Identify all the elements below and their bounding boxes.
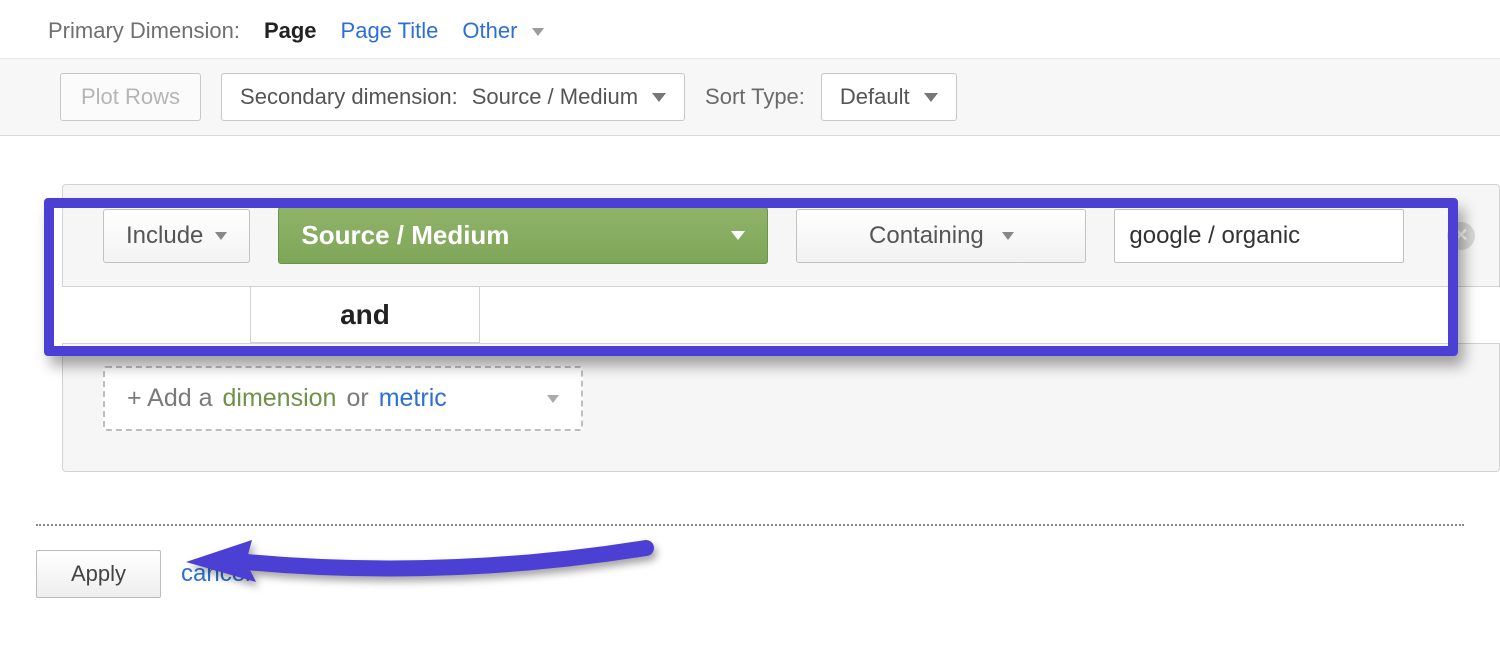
chevron-down-icon <box>215 232 227 240</box>
add-dimension-metric-button[interactable]: + Add a dimension or metric <box>103 366 583 431</box>
primary-dimension-row: Primary Dimension: Page Page Title Other <box>0 0 1500 59</box>
filter-joiner-tab[interactable]: and <box>250 287 480 343</box>
add-middle: or <box>346 384 368 413</box>
primary-dimension-link-other[interactable]: Other <box>462 18 543 44</box>
filter-include-dropdown[interactable]: Include <box>103 209 250 263</box>
apply-button[interactable]: Apply <box>36 550 161 598</box>
secondary-dimension-value: Source / Medium <box>472 84 638 110</box>
add-dimension-word: dimension <box>223 384 337 413</box>
sort-type-label: Sort Type: <box>705 84 805 110</box>
primary-dimension-label: Primary Dimension: <box>48 18 240 44</box>
filter-action-row: Apply cancel <box>0 526 1500 598</box>
remove-filter-button[interactable]: ✕ <box>1447 222 1475 250</box>
cancel-link[interactable]: cancel <box>181 560 250 588</box>
sort-type-value: Default <box>840 84 910 110</box>
add-prefix: + Add a <box>127 384 213 413</box>
filter-value-input[interactable] <box>1114 209 1404 263</box>
sort-type-dropdown[interactable]: Default <box>821 73 957 121</box>
filter-condition-row: Include Source / Medium Containing ✕ <box>62 184 1500 287</box>
filter-include-label: Include <box>126 222 203 250</box>
filter-add-row: + Add a dimension or metric <box>62 343 1500 472</box>
secondary-dimension-prefix: Secondary dimension: <box>240 84 458 110</box>
filter-match-dropdown[interactable]: Containing <box>796 209 1086 263</box>
chevron-down-icon <box>547 395 559 403</box>
filter-dimension-label: Source / Medium <box>301 220 509 251</box>
filter-dimension-dropdown[interactable]: Source / Medium <box>278 207 768 264</box>
report-toolbar: Plot Rows Secondary dimension: Source / … <box>0 59 1500 136</box>
primary-dimension-link-page-title[interactable]: Page Title <box>341 18 439 44</box>
chevron-down-icon <box>924 93 938 102</box>
close-icon: ✕ <box>1453 225 1468 246</box>
sort-type-group: Sort Type: Default <box>705 73 957 121</box>
chevron-down-icon <box>532 28 544 36</box>
advanced-filter-panel: Include Source / Medium Containing ✕ and… <box>0 184 1500 472</box>
add-metric-word: metric <box>379 384 447 413</box>
chevron-down-icon <box>1002 232 1014 240</box>
primary-dimension-other-label: Other <box>462 18 517 43</box>
chevron-down-icon <box>652 93 666 102</box>
chevron-down-icon <box>731 231 745 240</box>
plot-rows-button[interactable]: Plot Rows <box>60 73 201 121</box>
secondary-dimension-dropdown[interactable]: Secondary dimension: Source / Medium <box>221 73 685 121</box>
filter-match-label: Containing <box>869 222 984 250</box>
annotation-arrow <box>186 530 656 594</box>
primary-dimension-selected[interactable]: Page <box>264 18 317 44</box>
